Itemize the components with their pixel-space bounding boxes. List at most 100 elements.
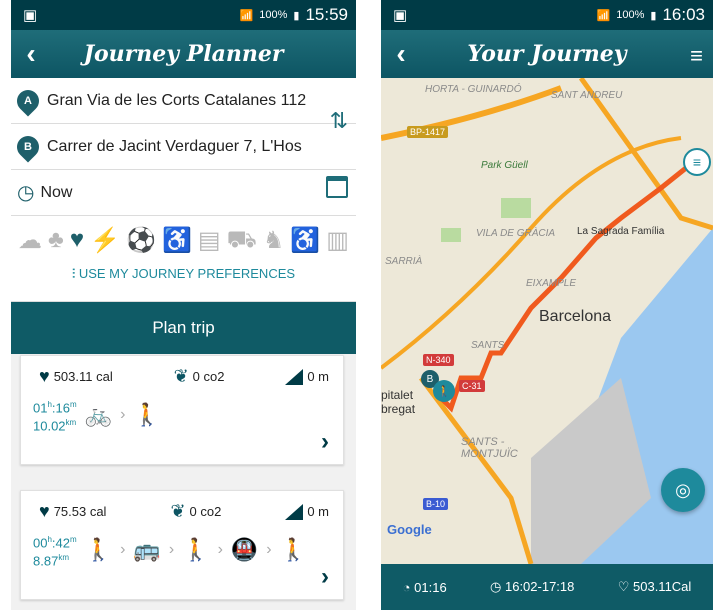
map-label-sants: SANTS (471, 340, 505, 351)
sliders-icon: ⫶ (71, 266, 76, 281)
stroller-icon[interactable]: ⛟ (227, 226, 257, 256)
tree-icon[interactable]: ♣ (48, 226, 64, 256)
walk-icon: 🚶 (182, 537, 210, 563)
bus-icon[interactable]: ▤ (198, 226, 221, 256)
chevron-right-icon: › (120, 406, 126, 424)
origin-value: Gran Via de les Corts Catalanes 112 (47, 91, 307, 109)
smog-icon[interactable]: ☁ (18, 226, 42, 256)
road-badge: B-10 (423, 498, 449, 510)
elevation-icon (285, 368, 304, 385)
chevron-right-icon: › (266, 541, 272, 559)
road-badge: BP-1417 (407, 126, 449, 138)
runner-icon[interactable]: ⚡ (90, 226, 120, 256)
sport-icon[interactable]: ⚽ (126, 226, 156, 256)
chevron-right-icon: › (120, 541, 126, 559)
time-value: Now (40, 183, 73, 201)
calories-summary: ♡ 503.11Cal (617, 579, 692, 594)
battery-icon: ▮ (650, 9, 657, 22)
chat-bubble-icon[interactable]: ≡ (683, 148, 711, 176)
wheelchair-icon[interactable]: ♿ (290, 226, 320, 256)
map-label-sants-montjuic: SANTS - MONTJUÏC (461, 436, 518, 460)
bike-share-icon: 🚲 (84, 402, 113, 428)
pie-icon: ◔ (402, 579, 411, 595)
duration: 01h:16m 10.02km (33, 400, 77, 434)
journey-planner-screen: ▣ 📶 100% ▮ 15:59 ‹ Journey Planner A Gra… (11, 0, 356, 610)
plan-trip-button[interactable]: Plan trip (11, 302, 356, 354)
heart-icon[interactable]: ♥ (70, 226, 84, 256)
map-label-sant-andreu: SANT ANDREU (551, 90, 623, 101)
time-range-summary: ◷ 16:02-17:18 (490, 579, 575, 594)
status-bar: ▣ 📶 100% ▮ 16:03 (381, 0, 713, 30)
walk-icon: 🚶 (279, 537, 308, 563)
destination-pin-icon: B (12, 130, 44, 163)
co2-value: 0 co2 (189, 504, 222, 519)
heart-icon: ♡ (617, 579, 630, 594)
walk-icon: 🚶 (84, 537, 113, 563)
page-title: Your Journey (467, 41, 627, 67)
map-label-eixample: EIXAMPLE (526, 278, 577, 289)
elevation-value: 0 m (307, 369, 329, 384)
co2-value: 0 co2 (192, 369, 225, 384)
battery-icon: ▮ (293, 9, 300, 22)
app-bar: ‹ Your Journey (381, 30, 713, 78)
ronda-road (419, 376, 534, 564)
clock-icon: ◷ (17, 182, 35, 204)
calories-value: 75.53 cal (53, 504, 107, 519)
bus-icon: 🚌 (133, 537, 161, 563)
duration-summary: ◔ 01:16 (402, 579, 447, 595)
chevron-right-icon[interactable]: › (321, 563, 329, 591)
map-label-park-guell: Park Güell (481, 160, 528, 171)
menu-icon[interactable]: ≡ (690, 43, 703, 69)
luggage-icon[interactable]: ▥ (326, 226, 349, 256)
signal-icon: 📶 (239, 9, 254, 22)
guide-dog-icon[interactable]: ♞ (263, 226, 285, 256)
destination-field[interactable]: B Carrer de Jacint Verdaguer 7, L'Hos (11, 124, 356, 170)
seat-icon[interactable]: ♿ (162, 226, 192, 256)
locate-me-icon[interactable]: ◎ (661, 468, 705, 512)
swap-icon[interactable]: ⇅ (330, 108, 348, 134)
calendar-icon[interactable] (326, 176, 348, 198)
calories-value: 503.11 cal (53, 369, 113, 384)
map-label-hospitalet: pitalet bregat (381, 388, 416, 416)
clock-icon: ◷ (490, 579, 502, 594)
park (501, 198, 531, 218)
walk-icon: 🚶 (133, 402, 161, 428)
notification-icon: ▣ (393, 7, 408, 24)
back-icon[interactable]: ‹ (381, 38, 421, 70)
your-journey-screen: ▣ 📶 100% ▮ 16:03 ‹ Your Journey ≡ HORTA … (381, 0, 713, 610)
clock: 16:03 (662, 5, 705, 24)
calories-icon: ♥ (39, 366, 50, 386)
duration: 00h:42m 8.87km (33, 535, 77, 569)
use-preferences-link[interactable]: ⫶ USE MY JOURNEY PREFERENCES (11, 266, 356, 282)
leaf-icon: ❦ (170, 501, 186, 521)
origin-field[interactable]: A Gran Via de les Corts Catalanes 112 (11, 78, 356, 124)
back-icon[interactable]: ‹ (11, 38, 51, 70)
status-bar: ▣ 📶 100% ▮ 15:59 (11, 0, 356, 30)
clock: 15:59 (305, 5, 348, 24)
preferences-panel: ☁ ♣ ♥ ⚡ ⚽ ♿ ▤ ⛟ ♞ ♿ ▥ ⫶ USE MY JOURNEY P… (11, 216, 356, 302)
map-label-sarria: SARRIÀ (385, 256, 423, 267)
road-badge: C-31 (459, 380, 485, 392)
leaf-icon: ❦ (173, 366, 189, 386)
app-bar: ‹ Journey Planner (11, 30, 356, 78)
road-badge: N-340 (423, 354, 454, 366)
map-label-horta: HORTA - GUINARDÓ (425, 84, 522, 95)
route-result-card[interactable]: ♥ 503.11 cal ❦ 0 co2 0 m 01h:16m 10.02km 🚲… (20, 355, 344, 465)
elevation-value: 0 m (307, 504, 329, 519)
map-label-barcelona: Barcelona (539, 308, 612, 325)
origin-pin-icon: A (12, 84, 44, 117)
chevron-right-icon[interactable]: › (321, 428, 329, 456)
destination-value: Carrer de Jacint Verdaguer 7, L'Hos (47, 137, 302, 155)
journey-summary-bar: ◔ 01:16 ◷ 16:02-17:18 ♡ 503.11Cal (381, 564, 713, 610)
walk-marker-icon[interactable]: 🚶 (433, 380, 455, 402)
battery-percent: 100% (616, 9, 645, 21)
notification-icon: ▣ (23, 7, 38, 24)
chevron-right-icon: › (168, 541, 175, 559)
map-label-vila-gracia: VILA DE GRÀCIA (476, 228, 556, 239)
battery-percent: 100% (259, 9, 288, 21)
time-field[interactable]: ◷ Now (11, 170, 356, 216)
park (441, 228, 461, 242)
page-title: Journey Planner (83, 41, 284, 67)
metro-icon: 🚇 (230, 537, 259, 563)
route-result-card[interactable]: ♥ 75.53 cal ❦ 0 co2 0 m 00h:42m 8.87km 🚶 ›… (20, 490, 344, 600)
